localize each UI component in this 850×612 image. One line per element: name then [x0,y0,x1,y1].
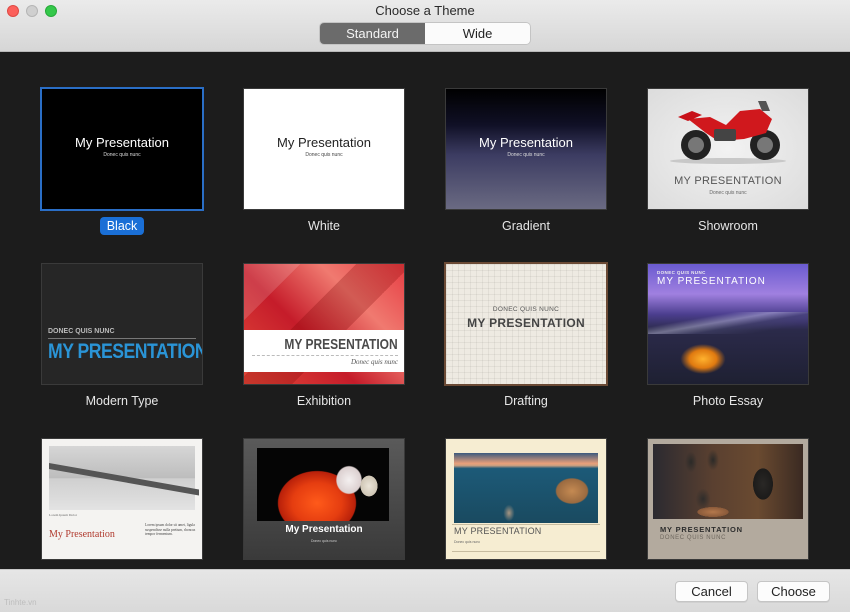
tab-wide[interactable]: Wide [425,23,530,44]
preview-kicker: DONEC QUIS NUNC [657,270,706,275]
theme-thumbnail[interactable]: Lorem Ipsum Dolor My Presentation Lorem … [42,439,202,559]
preview-title: My Presentation [75,135,169,150]
theme-name: Modern Type [85,394,159,408]
theme-name: Showroom [698,219,758,233]
theme-label: Modern Type [41,394,203,408]
divider [252,355,398,356]
divider [48,338,196,339]
window-title: Choose a Theme [375,3,475,18]
theme-name: Drafting [504,394,548,408]
theme-name: White [308,219,340,233]
preview-title: MY PRESENTATION [674,175,782,187]
theme-label: Photo Essay [647,394,809,408]
preview-subtitle: Donec quis nunc [310,539,338,543]
coast-image [454,453,598,523]
preview-caption: Lorem Ipsum Dolor [49,513,77,517]
aspect-ratio-segmented-control: Standard Wide [320,23,530,44]
preview-kicker: DONEC QUIS NUNC [48,328,115,335]
theme-thumbnail[interactable]: My Presentation Donec quis nunc [42,89,202,209]
theme-thumbnail[interactable]: DONEC QUIS NUNC MY PRESENTATION [42,264,202,384]
theme-label: Showroom [647,219,809,233]
theme-name: Photo Essay [692,394,764,408]
tab-standard[interactable]: Standard [320,23,425,44]
cancel-button[interactable]: Cancel [675,581,748,602]
preview-title: My Presentation [49,529,115,540]
theme-label: Exhibition [243,394,405,408]
footer-bar: Tinhte.vn Cancel Choose [0,569,850,612]
preview-subtitle: DONEC QUIS NUNC [660,535,727,541]
choose-button[interactable]: Choose [757,581,830,602]
theme-name: Black [99,217,145,235]
title-bar: Choose a Theme Standard Wide [0,0,850,52]
preview-subtitle: Donec quis nunc [350,358,398,366]
preview-title: My Presentation [479,135,573,150]
preview-kicker: DONEC QUIS NUNC [492,306,560,313]
preview-subtitle: Donec quis nunc [454,540,481,544]
theme-name: Exhibition [296,394,352,408]
mountain-image [648,312,808,334]
theme-label: White [243,219,405,233]
theme-thumbnail[interactable]: MY PRESENTATION Donec quis nunc [446,439,606,559]
theme-thumbnail[interactable]: DONEC QUIS NUNC MY PRESENTATION [648,264,808,384]
preview-subtitle: Donec quis nunc [709,190,747,196]
divider [452,524,600,525]
theme-name: Gradient [502,219,550,233]
preview-subtitle: Donec quis nunc [305,152,343,158]
theme-thumbnail[interactable]: MY PRESENTATION DONEC QUIS NUNC [648,439,808,559]
preview-title: My Presentation [277,135,371,150]
preview-title: My Presentation [285,524,363,535]
preview-title: MY PRESENTATION [660,525,743,534]
preview-title: MY PRESENTATION [48,340,202,363]
theme-thumbnail[interactable]: DONEC QUIS NUNC MY PRESENTATION [446,264,606,384]
preview-body: Lorem ipsum dolor sit amet, ligula suspe… [145,523,196,537]
preview-subtitle: Donec quis nunc [507,152,545,158]
theme-thumbnail[interactable]: My Presentation Donec quis nunc [244,89,404,209]
theme-label: Drafting [445,394,607,408]
preview-subtitle: Donec quis nunc [103,152,141,158]
theme-thumbnail[interactable]: MY PRESENTATION Donec quis nunc [648,89,808,209]
pottery-image [653,444,803,519]
theme-thumbnail[interactable]: My Presentation Donec quis nunc [244,439,404,559]
theme-grid: My Presentation Donec quis nunc Black My… [0,53,850,569]
theme-label: Gradient [445,219,607,233]
preview-title: MY PRESENTATION [657,276,766,287]
watermark: Tinhte.vn [4,598,37,607]
motorcycle-image [670,101,786,164]
theme-thumbnail[interactable]: My Presentation Donec quis nunc [446,89,606,209]
preview-title: MY PRESENTATION [284,336,398,353]
bridge-image [49,446,199,510]
theme-label: Black [41,217,203,235]
parrot-image [257,448,389,521]
preview-title: MY PRESENTATION [454,526,542,536]
preview-title: MY PRESENTATION [467,316,585,330]
theme-thumbnail[interactable]: MY PRESENTATION Donec quis nunc [244,264,404,384]
divider [452,551,600,552]
